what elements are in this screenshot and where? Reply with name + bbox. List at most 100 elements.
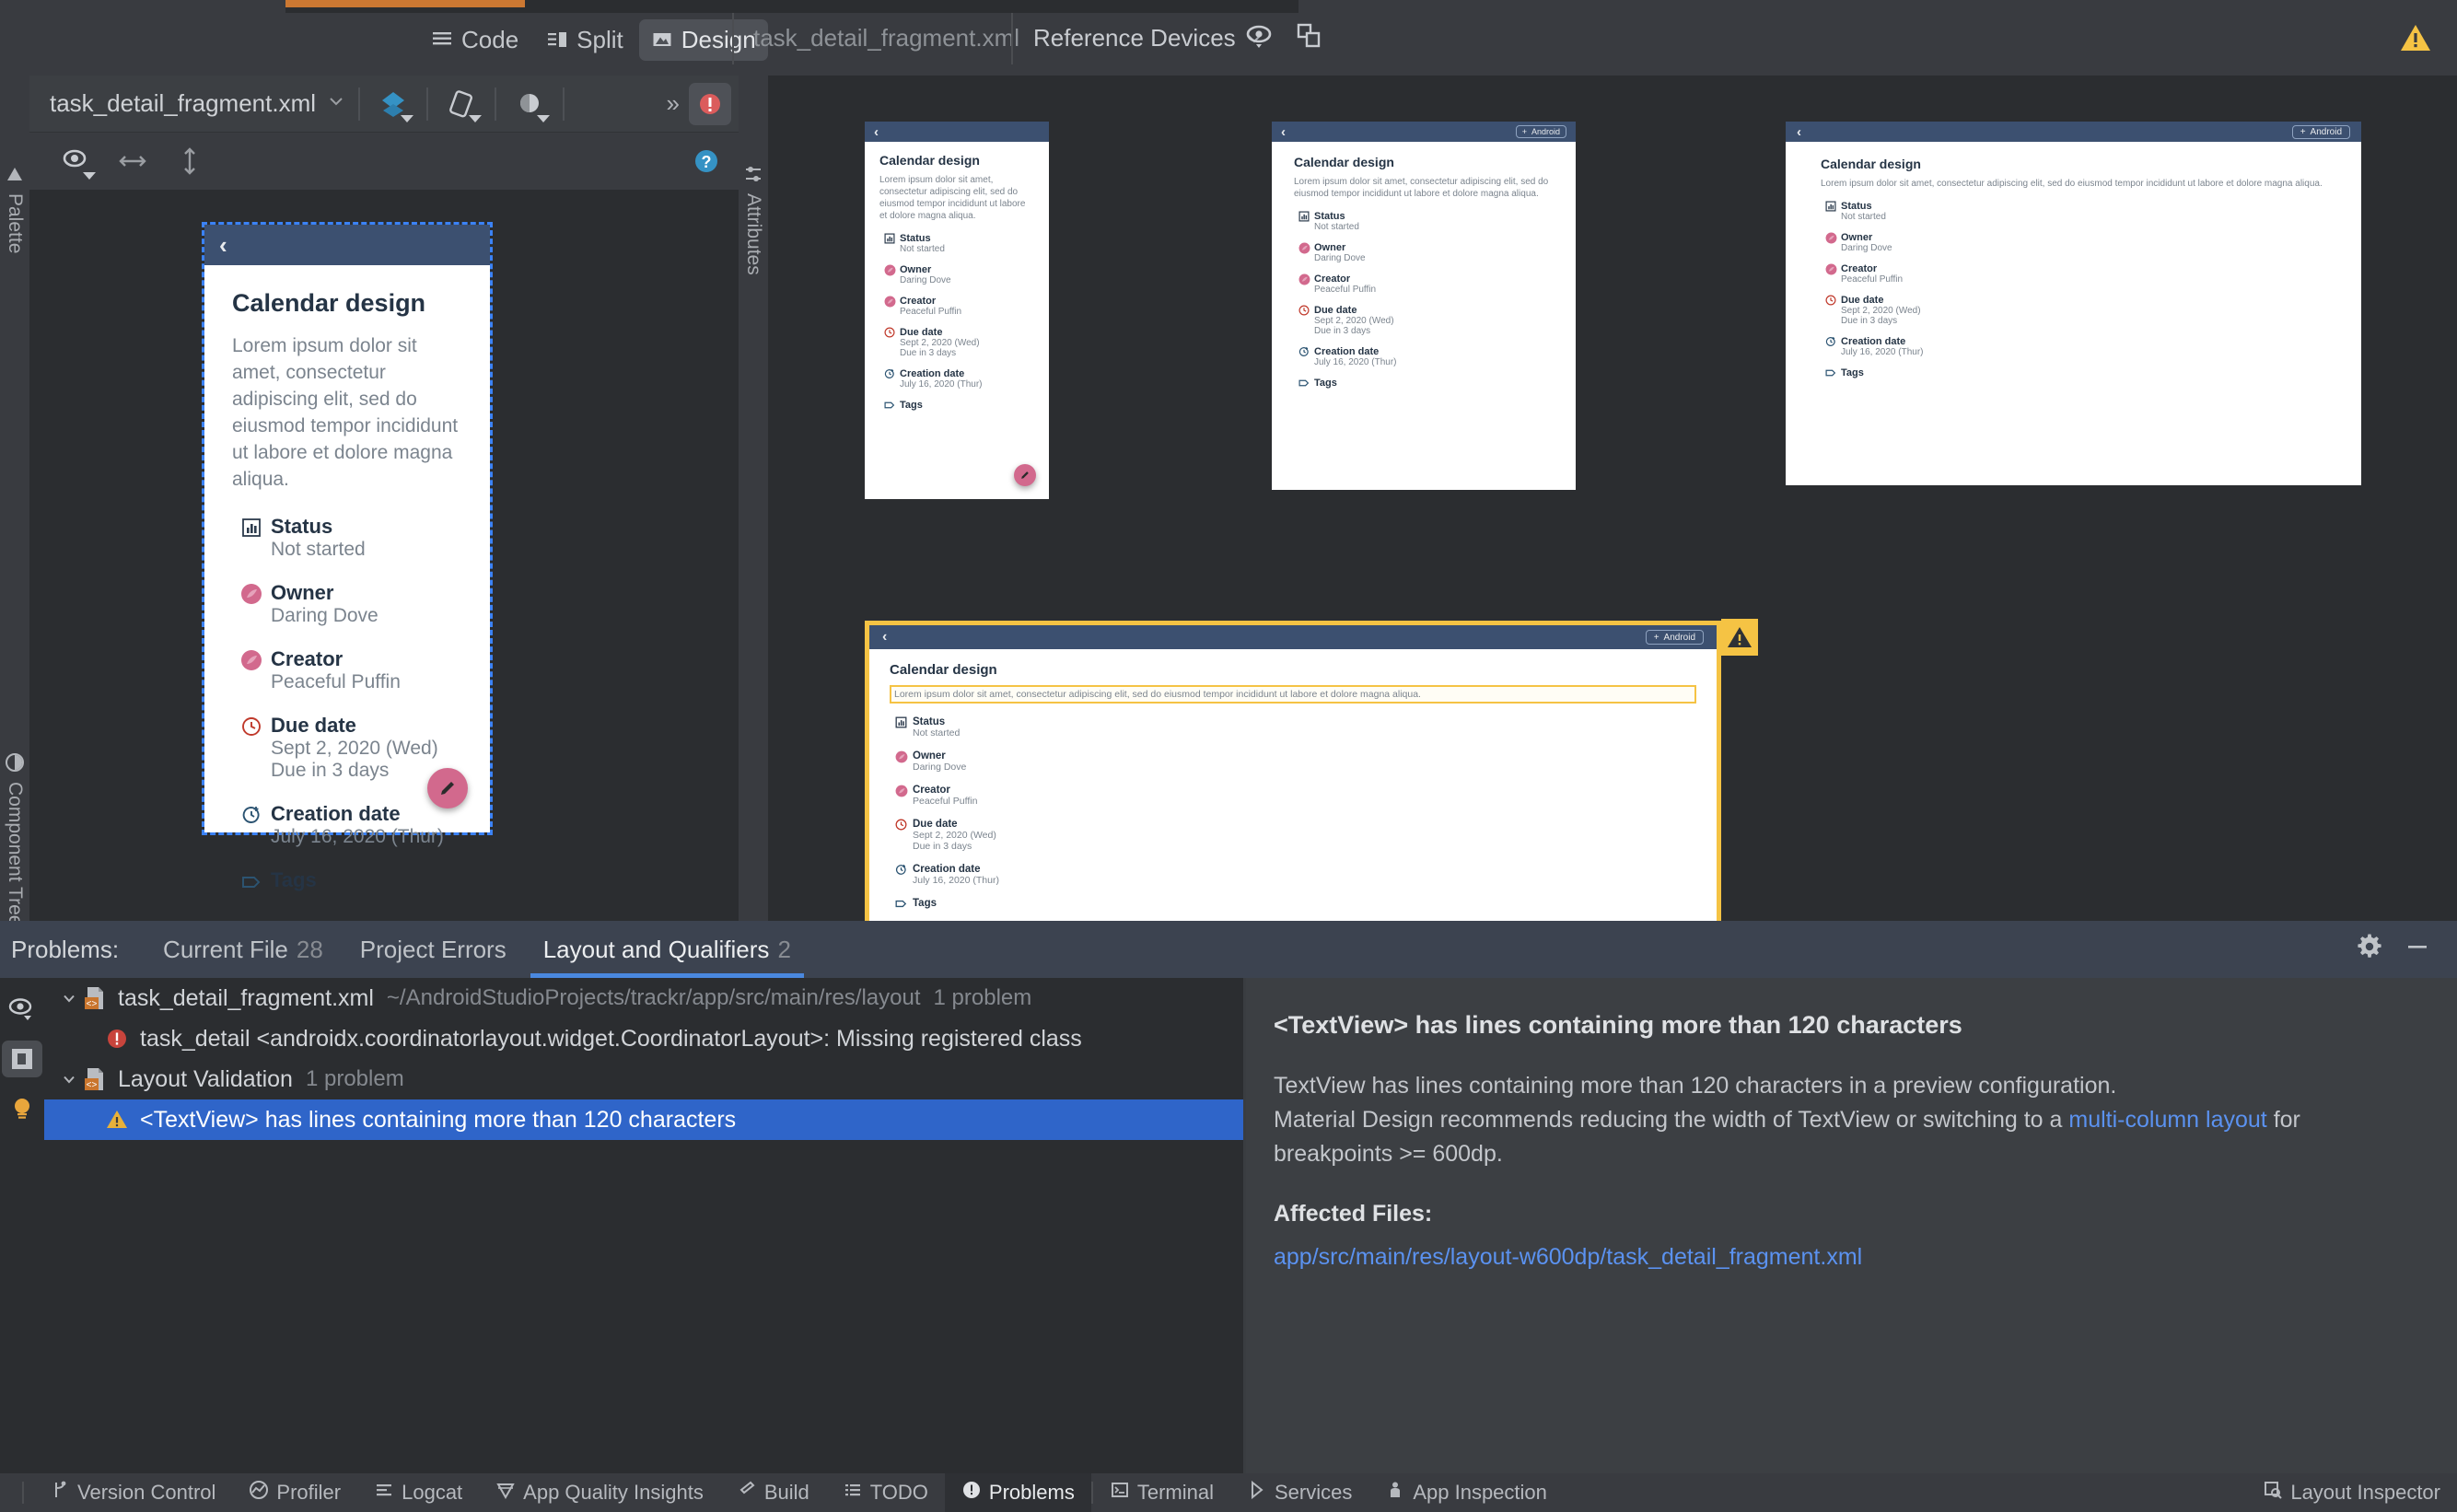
row-value: Sept 2, 2020 (Wed) bbox=[900, 338, 980, 348]
device-preview-reference-4[interactable]: ‹ + Android Calendar design Lorem ipsum … bbox=[865, 621, 1721, 921]
chevron-left-icon[interactable]: ‹ bbox=[1797, 124, 1801, 140]
tab-project-errors[interactable]: Project Errors bbox=[342, 921, 525, 978]
status-bar-problems[interactable]: Problems bbox=[944, 1473, 1091, 1512]
row-label: Creation date bbox=[913, 864, 981, 875]
tree-row-error[interactable]: task_detail <androidx.coordinatorlayout.… bbox=[44, 1018, 1243, 1059]
device-preview-main[interactable]: ‹ Calendar design Lorem ipsum dolor sit … bbox=[202, 222, 493, 891]
twisty-expanded-icon[interactable] bbox=[57, 989, 81, 1007]
status-bar-app-inspection[interactable]: App Inspection bbox=[1368, 1473, 1564, 1512]
tag-icon bbox=[1294, 378, 1314, 389]
eye-visibility-icon[interactable] bbox=[55, 141, 96, 181]
preview-warning-badge[interactable] bbox=[1721, 619, 1758, 656]
toolbar-overflow-button[interactable]: » bbox=[658, 89, 689, 118]
task-description-flagged[interactable]: Lorem ipsum dolor sit amet, consectetur … bbox=[890, 685, 1696, 704]
settings-gear-icon[interactable] bbox=[2356, 933, 2383, 966]
minimize-icon[interactable] bbox=[2404, 933, 2431, 966]
task-title: Calendar design bbox=[1821, 157, 1921, 171]
device-preview-reference-1[interactable]: ‹ Calendar design Lorem ipsum dolor sit … bbox=[865, 122, 1049, 499]
status-bar-layout-inspector[interactable]: Layout Inspector bbox=[2246, 1473, 2457, 1512]
editor-file-chip[interactable]: task_detail_fragment.xml bbox=[753, 24, 1019, 52]
status-bar-todo[interactable]: TODO bbox=[826, 1473, 945, 1512]
reference-devices-surface[interactable]: ‹ Calendar design Lorem ipsum dolor sit … bbox=[768, 76, 2457, 921]
twisty-expanded-icon[interactable] bbox=[57, 1070, 81, 1088]
detail-row: Tags bbox=[1294, 378, 1554, 389]
chevron-left-icon[interactable]: ‹ bbox=[219, 231, 227, 260]
duplicate-icon[interactable] bbox=[1293, 20, 1324, 57]
tab-layout-and-qualifiers[interactable]: Layout and Qualifiers 2 bbox=[525, 921, 809, 978]
help-question-icon[interactable]: ? bbox=[691, 145, 722, 182]
lightbulb-icon[interactable] bbox=[2, 1090, 42, 1127]
status-bar-version-control[interactable]: Version Control bbox=[33, 1473, 232, 1512]
app-bar: ‹ + Android bbox=[1786, 122, 2361, 142]
night-mode-icon[interactable] bbox=[509, 84, 551, 124]
clock-plus-icon bbox=[1294, 346, 1314, 367]
tab-current-file[interactable]: Current File 28 bbox=[145, 921, 342, 978]
tree-row-file[interactable]: <> task_detail_fragment.xml ~/AndroidStu… bbox=[44, 978, 1243, 1018]
tab-layout-and-qualifiers-count: 2 bbox=[777, 935, 791, 963]
design-canvas[interactable]: ‹ Calendar design Lorem ipsum dolor sit … bbox=[29, 190, 739, 1099]
preview-panel-icon[interactable] bbox=[2, 1041, 42, 1077]
editor-warning-badge[interactable] bbox=[2400, 22, 2431, 59]
android-chip-button[interactable]: + Android bbox=[1645, 630, 1704, 645]
status-bar-app-quality-insights-label: App Quality Insights bbox=[523, 1481, 704, 1504]
design-panel-toolbar: task_detail_fragment.xml » bbox=[29, 76, 739, 133]
tree-row-group[interactable]: <> Layout Validation 1 problem bbox=[44, 1059, 1243, 1099]
app-bar: ‹ bbox=[204, 225, 490, 265]
editor-mode-design[interactable]: Design bbox=[638, 18, 768, 61]
chevron-left-icon[interactable]: ‹ bbox=[882, 629, 887, 646]
row-label: Tags bbox=[900, 400, 923, 411]
detail-row: Owner Daring Dove bbox=[232, 581, 462, 627]
status-bar-divider bbox=[22, 1482, 24, 1504]
design-panel-filename[interactable]: task_detail_fragment.xml bbox=[50, 89, 316, 118]
edit-fab[interactable] bbox=[1014, 464, 1036, 486]
design-error-badge-button[interactable] bbox=[689, 82, 731, 125]
design-surface-mode-icon[interactable] bbox=[373, 84, 414, 124]
row-label: Tags bbox=[1841, 367, 1864, 378]
problems-tree[interactable]: <> task_detail_fragment.xml ~/AndroidStu… bbox=[44, 978, 1243, 1473]
row-value: July 16, 2020 (Thur) bbox=[1841, 347, 1924, 357]
problems-panel: Problems: Current File 28 Project Errors… bbox=[0, 921, 2457, 1473]
horizontal-resize-icon[interactable] bbox=[112, 141, 153, 181]
device-preview-reference-2[interactable]: ‹ + Android Calendar design Lorem ipsum … bbox=[1272, 122, 1576, 490]
status-bar-app-quality-insights[interactable]: App Quality Insights bbox=[479, 1473, 720, 1512]
row-value: Peaceful Puffin bbox=[1841, 274, 1904, 285]
affected-file-link[interactable]: app/src/main/res/layout-w600dp/task_deta… bbox=[1274, 1244, 2420, 1271]
task-title: Calendar design bbox=[890, 662, 997, 678]
eye-visibility-icon[interactable] bbox=[2, 991, 42, 1028]
chevron-left-icon[interactable]: ‹ bbox=[1281, 124, 1286, 140]
android-chip-button[interactable]: + Android bbox=[1515, 125, 1566, 138]
status-bar-logcat[interactable]: Logcat bbox=[357, 1473, 479, 1512]
task-description: Lorem ipsum dolor sit amet, consectetur … bbox=[1821, 179, 2323, 189]
app-bar: ‹ + Android bbox=[1272, 122, 1576, 142]
row-value: Sept 2, 2020 (Wed) bbox=[1314, 316, 1394, 326]
edit-fab[interactable] bbox=[427, 768, 468, 808]
detail-row: Owner Daring Dove bbox=[1294, 242, 1554, 263]
editor-mode-split[interactable]: Split bbox=[534, 19, 635, 61]
avatar-bird-icon bbox=[879, 264, 900, 285]
detail-row: Tags bbox=[890, 898, 1696, 910]
rail-item-attributes[interactable]: Attributes bbox=[739, 164, 768, 275]
status-bar-services[interactable]: Services bbox=[1230, 1473, 1368, 1512]
tree-row-warning-selected[interactable]: <TextView> has lines containing more tha… bbox=[44, 1099, 1243, 1140]
toolbar-divider bbox=[563, 87, 565, 121]
status-bar-profiler[interactable]: Profiler bbox=[232, 1473, 357, 1512]
topbar-divider-2 bbox=[1011, 13, 1013, 64]
orientation-rotate-icon[interactable] bbox=[441, 84, 483, 124]
device-preview-reference-3[interactable]: ‹ + Android Calendar design Lorem ipsum … bbox=[1786, 122, 2361, 485]
multi-column-layout-link[interactable]: multi-column layout bbox=[2068, 1107, 2266, 1133]
rail-item-component-tree[interactable]: Component Tree bbox=[0, 752, 29, 925]
row-value: July 16, 2020 (Thur) bbox=[913, 875, 999, 886]
tree-row-error-label: task_detail <androidx.coordinatorlayout.… bbox=[140, 1025, 1082, 1052]
preview-visibility-button[interactable] bbox=[1243, 20, 1275, 57]
status-bar-build[interactable]: Build bbox=[720, 1473, 826, 1512]
rail-item-palette[interactable]: Palette bbox=[0, 164, 29, 253]
detail-row: Due date Sept 2, 2020 (Wed) Due in 3 days bbox=[1821, 295, 2326, 326]
editor-mode-code[interactable]: Code bbox=[419, 19, 530, 61]
vertical-resize-icon[interactable] bbox=[169, 141, 210, 181]
chevron-down-icon[interactable] bbox=[327, 92, 345, 115]
status-bar-terminal[interactable]: Terminal bbox=[1093, 1473, 1230, 1512]
chevron-left-icon[interactable]: ‹ bbox=[874, 124, 879, 140]
row-value: Peaceful Puffin bbox=[1314, 285, 1377, 295]
reference-devices-dropdown[interactable]: Reference Devices bbox=[1033, 24, 1263, 52]
android-chip-button[interactable]: + Android bbox=[2291, 124, 2350, 139]
